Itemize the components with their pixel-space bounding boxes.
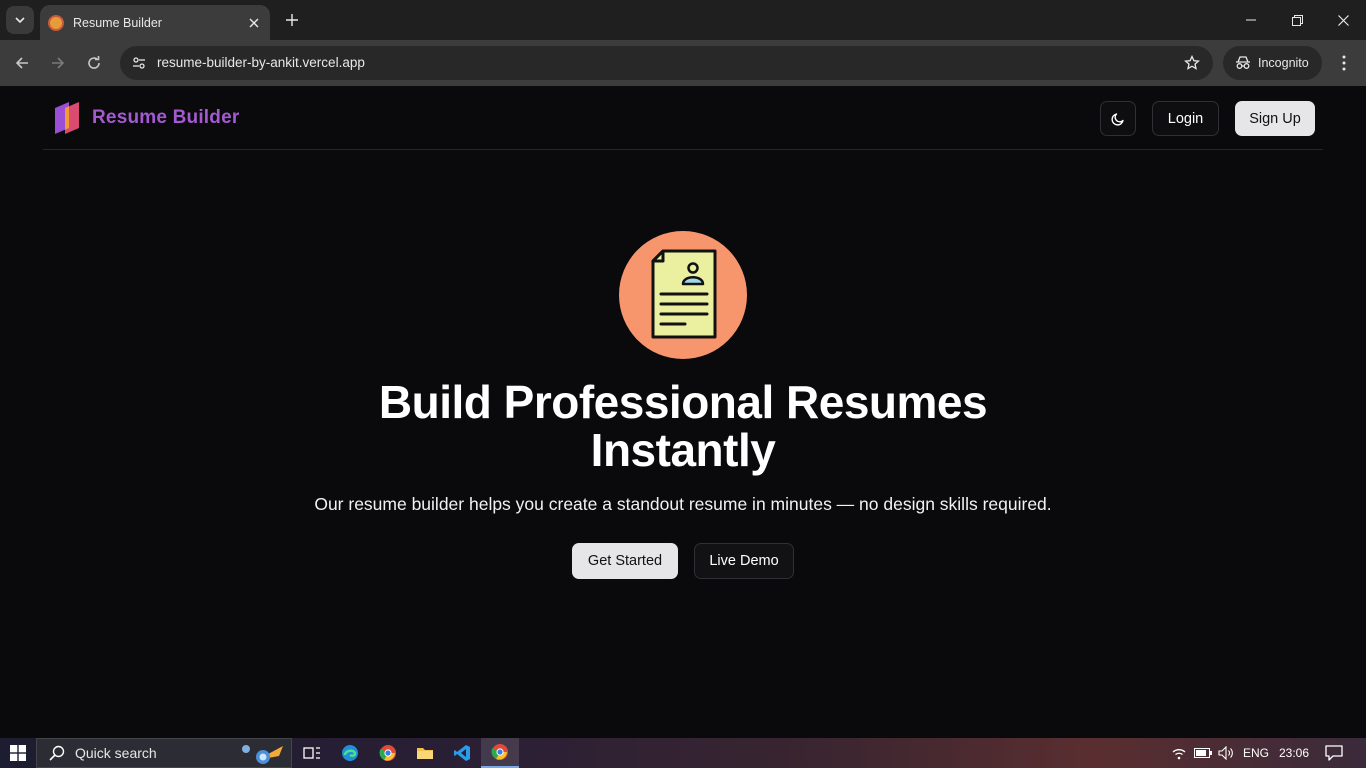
url-text: resume-builder-by-ankit.vercel.app [157,55,365,70]
language-indicator[interactable]: ENG [1240,738,1272,768]
close-window-icon[interactable] [1320,0,1366,40]
page-viewport: Resume Builder Login Sign Up Build Profe… [0,86,1366,738]
incognito-icon [1236,56,1250,69]
site-settings-icon[interactable] [126,50,152,76]
restore-icon[interactable] [1274,0,1320,40]
search-highlight-art [242,745,283,764]
live-demo-button[interactable]: Live Demo [694,543,794,579]
clock[interactable]: 23:06 [1276,738,1312,768]
folder-icon[interactable] [406,738,444,768]
signup-button[interactable]: Sign Up [1235,101,1315,136]
incognito-indicator[interactable]: Incognito [1223,46,1322,80]
plus-icon[interactable] [282,10,302,30]
star-icon[interactable] [1183,54,1201,72]
forward-icon[interactable] [44,49,72,77]
hero-title-line2: Instantly [590,424,776,476]
chrome-icon[interactable] [369,738,407,768]
volume-icon[interactable] [1215,738,1237,768]
brand-name[interactable]: Resume Builder [92,107,239,129]
address-bar[interactable]: resume-builder-by-ankit.vercel.app [120,46,1213,80]
browser-tab[interactable]: Resume Builder [40,5,270,40]
chevron-down-icon [15,17,25,24]
resume-document-icon [619,231,747,359]
edge-icon[interactable] [331,738,369,768]
browser-toolbar: resume-builder-by-ankit.vercel.app Incog… [0,40,1366,86]
close-icon[interactable] [246,15,262,31]
taskbar-search[interactable]: Quick search [36,738,292,768]
site-navbar: Resume Builder Login Sign Up [43,86,1323,150]
hero-title: Build Professional Resumes Instantly [283,378,1083,474]
browser-tabstrip: Resume Builder [0,0,1366,40]
back-icon[interactable] [8,49,36,77]
kebab-menu-icon[interactable] [1332,49,1356,77]
get-started-button[interactable]: Get Started [572,543,678,579]
incognito-label: Incognito [1258,56,1309,70]
logo-icon[interactable] [51,100,83,136]
theme-toggle-button[interactable] [1100,101,1136,136]
search-icon [49,745,65,761]
moon-icon [1111,112,1124,126]
login-button[interactable]: Login [1152,101,1219,136]
battery-icon[interactable] [1192,738,1214,768]
wifi-icon[interactable] [1168,738,1190,768]
hero-title-line1: Build Professional Resumes [378,376,988,428]
hero-subtitle: Our resume builder helps you create a st… [314,494,1052,514]
windows-taskbar: Quick search ENG 23:06 [0,738,1366,768]
minimize-icon[interactable] [1228,0,1274,40]
reload-icon[interactable] [80,49,108,77]
windows-icon[interactable] [0,738,36,768]
tab-title: Resume Builder [73,15,162,30]
tab-favicon-icon [48,14,64,31]
vscode-icon[interactable] [443,738,481,768]
tab-search-button[interactable] [6,6,34,34]
chrome-active-icon[interactable] [481,738,519,768]
notification-icon[interactable] [1320,738,1348,768]
search-placeholder: Quick search [75,745,157,761]
task-view-icon[interactable] [293,738,331,768]
